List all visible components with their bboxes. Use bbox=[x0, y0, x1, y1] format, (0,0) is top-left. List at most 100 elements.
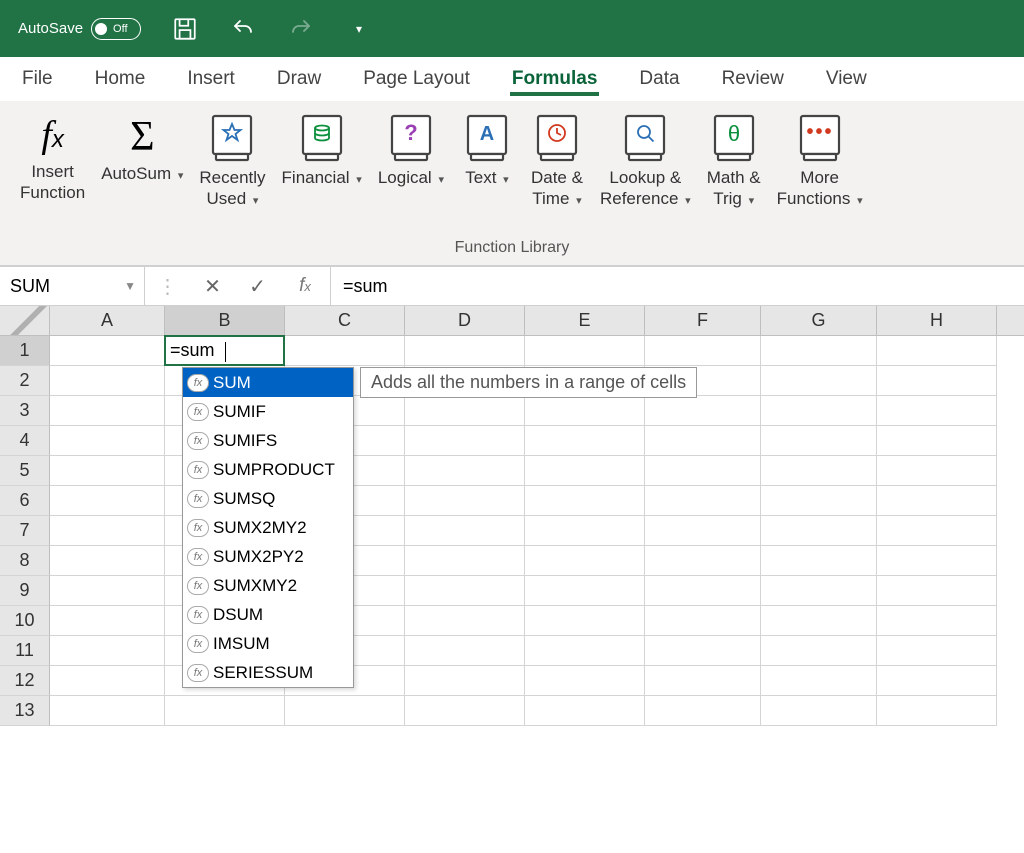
chevron-down-icon[interactable]: ▼ bbox=[124, 279, 136, 293]
col-header-H[interactable]: H bbox=[877, 306, 997, 335]
ribbon-btn-recently-used[interactable]: RecentlyUsed ▾ bbox=[191, 109, 273, 214]
cell-A1[interactable] bbox=[50, 336, 165, 366]
row-header-3[interactable]: 3 bbox=[0, 396, 50, 426]
cell-G4[interactable] bbox=[761, 426, 877, 456]
cell-E11[interactable] bbox=[525, 636, 645, 666]
formula-autocomplete[interactable]: fxSUMfxSUMIFfxSUMIFSfxSUMPRODUCTfxSUMSQf… bbox=[182, 367, 354, 688]
cell-G8[interactable] bbox=[761, 546, 877, 576]
tab-review[interactable]: Review bbox=[720, 62, 786, 96]
cell-A5[interactable] bbox=[50, 456, 165, 486]
cell-G6[interactable] bbox=[761, 486, 877, 516]
cell-D5[interactable] bbox=[405, 456, 525, 486]
autocomplete-item-sum[interactable]: fxSUM bbox=[183, 368, 353, 397]
row-header-5[interactable]: 5 bbox=[0, 456, 50, 486]
tab-file[interactable]: File bbox=[20, 62, 55, 96]
cell-G11[interactable] bbox=[761, 636, 877, 666]
cell-H3[interactable] bbox=[877, 396, 997, 426]
cell-F8[interactable] bbox=[645, 546, 761, 576]
cell-H2[interactable] bbox=[877, 366, 997, 396]
cell-F10[interactable] bbox=[645, 606, 761, 636]
cell-F4[interactable] bbox=[645, 426, 761, 456]
cell-G10[interactable] bbox=[761, 606, 877, 636]
autocomplete-item-sumproduct[interactable]: fxSUMPRODUCT bbox=[183, 455, 353, 484]
cell-A9[interactable] bbox=[50, 576, 165, 606]
autocomplete-item-sumif[interactable]: fxSUMIF bbox=[183, 397, 353, 426]
col-header-A[interactable]: A bbox=[50, 306, 165, 335]
name-box[interactable]: SUM ▼ bbox=[0, 267, 145, 305]
cell-F13[interactable] bbox=[645, 696, 761, 726]
autocomplete-item-imsum[interactable]: fxIMSUM bbox=[183, 629, 353, 658]
cell-F5[interactable] bbox=[645, 456, 761, 486]
row-header-11[interactable]: 11 bbox=[0, 636, 50, 666]
cell-G7[interactable] bbox=[761, 516, 877, 546]
cell-H4[interactable] bbox=[877, 426, 997, 456]
formula-options-icon[interactable]: ⋮ bbox=[145, 274, 190, 299]
cell-G1[interactable] bbox=[761, 336, 877, 366]
save-icon[interactable] bbox=[171, 15, 199, 43]
cell-H10[interactable] bbox=[877, 606, 997, 636]
row-header-6[interactable]: 6 bbox=[0, 486, 50, 516]
col-header-E[interactable]: E bbox=[525, 306, 645, 335]
tab-insert[interactable]: Insert bbox=[185, 62, 237, 96]
cell-G12[interactable] bbox=[761, 666, 877, 696]
formula-input[interactable] bbox=[343, 276, 1012, 297]
cell-G13[interactable] bbox=[761, 696, 877, 726]
cell-G9[interactable] bbox=[761, 576, 877, 606]
cell-G2[interactable] bbox=[761, 366, 877, 396]
tab-formulas[interactable]: Formulas bbox=[510, 62, 600, 96]
cell-H12[interactable] bbox=[877, 666, 997, 696]
cell-G5[interactable] bbox=[761, 456, 877, 486]
ribbon-btn-more-functions[interactable]: •••MoreFunctions ▾ bbox=[769, 109, 871, 214]
cell-D11[interactable] bbox=[405, 636, 525, 666]
toggle-switch[interactable]: Off bbox=[91, 18, 141, 40]
ribbon-btn-math-trig[interactable]: θMath &Trig ▾ bbox=[699, 109, 769, 214]
cell-E3[interactable] bbox=[525, 396, 645, 426]
cell-A12[interactable] bbox=[50, 666, 165, 696]
autocomplete-item-sumx2my2[interactable]: fxSUMX2MY2 bbox=[183, 513, 353, 542]
cells-area[interactable]: =sum fxSUMfxSUMIFfxSUMIFSfxSUMPRODUCTfxS… bbox=[50, 336, 1024, 726]
cell-D10[interactable] bbox=[405, 606, 525, 636]
cell-F9[interactable] bbox=[645, 576, 761, 606]
cancel-icon[interactable]: ✕ bbox=[190, 274, 235, 299]
autocomplete-item-sumsq[interactable]: fxSUMSQ bbox=[183, 484, 353, 513]
cell-H9[interactable] bbox=[877, 576, 997, 606]
cell-H8[interactable] bbox=[877, 546, 997, 576]
cell-F12[interactable] bbox=[645, 666, 761, 696]
tab-draw[interactable]: Draw bbox=[275, 62, 323, 96]
cell-E12[interactable] bbox=[525, 666, 645, 696]
cell-D8[interactable] bbox=[405, 546, 525, 576]
cell-H11[interactable] bbox=[877, 636, 997, 666]
autocomplete-item-sumx2py2[interactable]: fxSUMX2PY2 bbox=[183, 542, 353, 571]
formula-input-wrap[interactable] bbox=[331, 267, 1024, 305]
col-header-G[interactable]: G bbox=[761, 306, 877, 335]
cell-F6[interactable] bbox=[645, 486, 761, 516]
cell-D9[interactable] bbox=[405, 576, 525, 606]
cell-D12[interactable] bbox=[405, 666, 525, 696]
col-header-C[interactable]: C bbox=[285, 306, 405, 335]
cell-B13[interactable] bbox=[165, 696, 285, 726]
cell-F1[interactable] bbox=[645, 336, 761, 366]
cell-A6[interactable] bbox=[50, 486, 165, 516]
cell-D1[interactable] bbox=[405, 336, 525, 366]
select-all-corner[interactable] bbox=[0, 306, 50, 335]
cell-A7[interactable] bbox=[50, 516, 165, 546]
cell-C1[interactable] bbox=[285, 336, 405, 366]
row-header-9[interactable]: 9 bbox=[0, 576, 50, 606]
cell-A3[interactable] bbox=[50, 396, 165, 426]
col-header-F[interactable]: F bbox=[645, 306, 761, 335]
cell-G3[interactable] bbox=[761, 396, 877, 426]
autocomplete-item-dsum[interactable]: fxDSUM bbox=[183, 600, 353, 629]
cell-D13[interactable] bbox=[405, 696, 525, 726]
row-header-12[interactable]: 12 bbox=[0, 666, 50, 696]
row-header-1[interactable]: 1 bbox=[0, 336, 50, 366]
cell-E8[interactable] bbox=[525, 546, 645, 576]
row-header-13[interactable]: 13 bbox=[0, 696, 50, 726]
col-header-D[interactable]: D bbox=[405, 306, 525, 335]
ribbon-btn-text[interactable]: AText ▾ bbox=[452, 109, 522, 192]
cell-B1[interactable] bbox=[165, 336, 285, 366]
cell-A2[interactable] bbox=[50, 366, 165, 396]
cell-E4[interactable] bbox=[525, 426, 645, 456]
row-header-7[interactable]: 7 bbox=[0, 516, 50, 546]
autosave-toggle[interactable]: AutoSave Off bbox=[18, 18, 141, 40]
cell-A8[interactable] bbox=[50, 546, 165, 576]
